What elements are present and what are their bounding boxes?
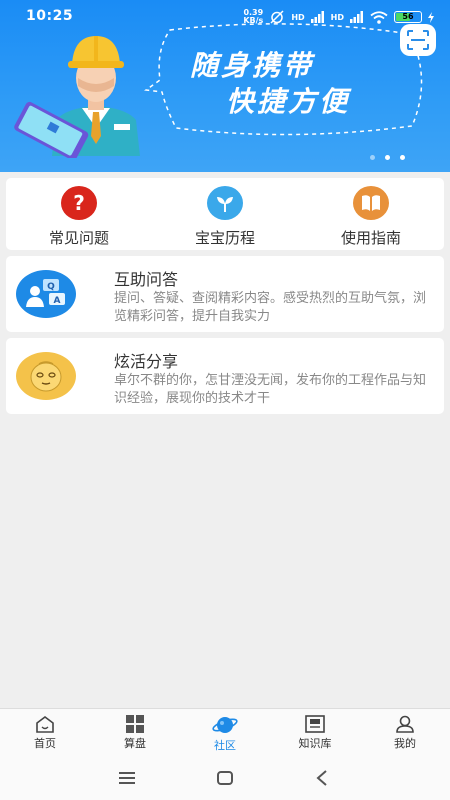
tab-knowledge-base[interactable]: 知识库 bbox=[270, 709, 360, 756]
quick-nav-label: 常见问题 bbox=[48, 229, 109, 247]
library-icon bbox=[305, 715, 325, 733]
tab-abacus[interactable]: 算盘 bbox=[90, 709, 180, 756]
tab-label: 知识库 bbox=[298, 737, 332, 750]
question-icon: ? bbox=[61, 186, 97, 220]
quick-nav-label: 宝宝历程 bbox=[194, 229, 255, 247]
bottom-tab-bar: 首页 算盘 社区 知识库 我的 bbox=[0, 708, 450, 756]
feature-desc: 卓尔不群的你，怎甘湮没无闻，发布你的工程作品与知识经验，展现你的技术才干 bbox=[114, 373, 427, 406]
menu-icon bbox=[119, 772, 135, 784]
feature-card-qa[interactable]: Q A 互助问答 提问、答疑、查阅精彩内容。感受热烈的互助气氛，浏览精彩问答，提… bbox=[6, 256, 444, 332]
scan-icon bbox=[407, 30, 429, 50]
pagination-dot-active[interactable] bbox=[385, 155, 390, 160]
quick-nav-label: 使用指南 bbox=[340, 229, 401, 247]
tab-label: 社区 bbox=[214, 739, 236, 752]
tab-label: 我的 bbox=[394, 737, 416, 750]
back-button[interactable] bbox=[310, 766, 334, 790]
banner[interactable]: 10:25 0.39 KB/s HD HD 56 随身携带 快捷方便 bbox=[0, 0, 450, 172]
tab-label: 首页 bbox=[34, 737, 56, 750]
grid-icon bbox=[126, 715, 144, 733]
sprout-icon bbox=[207, 186, 243, 220]
menu-button[interactable] bbox=[115, 766, 139, 790]
feature-title: 炫活分享 bbox=[114, 352, 179, 371]
home-icon bbox=[36, 716, 54, 733]
pagination-dot[interactable] bbox=[370, 155, 375, 160]
book-icon bbox=[353, 186, 389, 220]
status-time: 10:25 bbox=[26, 8, 74, 24]
feature-title: 互助问答 bbox=[114, 270, 179, 289]
quick-nav-faq[interactable]: ? 常见问题 bbox=[6, 178, 152, 250]
system-nav-bar bbox=[0, 756, 450, 800]
planet-icon bbox=[212, 717, 238, 733]
tab-home[interactable]: 首页 bbox=[0, 709, 90, 756]
slogan-bubble: 随身携带 快捷方便 bbox=[140, 20, 430, 142]
scan-button[interactable] bbox=[400, 24, 436, 56]
banner-pagination bbox=[370, 155, 405, 160]
square-home-icon bbox=[217, 771, 233, 785]
pagination-dot[interactable] bbox=[400, 155, 405, 160]
smiley-face-icon bbox=[16, 352, 76, 400]
svg-text:A: A bbox=[54, 296, 61, 306]
user-icon bbox=[396, 715, 414, 733]
quick-nav: ? 常见问题 宝宝历程 使用指南 bbox=[6, 178, 444, 250]
slogan-line-2: 快捷方便 bbox=[226, 85, 351, 118]
feature-card-share[interactable]: 炫活分享 卓尔不群的你，怎甘湮没无闻，发布你的工程作品与知识经验，展现你的技术才… bbox=[6, 338, 444, 414]
slogan-line-1: 随身携带 bbox=[190, 49, 315, 82]
tab-mine[interactable]: 我的 bbox=[360, 709, 450, 756]
home-button[interactable] bbox=[213, 766, 237, 790]
tab-label: 算盘 bbox=[124, 737, 146, 750]
feature-desc: 提问、答疑、查阅精彩内容。感受热烈的互助气氛，浏览精彩问答，提升自我实力 bbox=[114, 291, 427, 324]
quick-nav-baby-journey[interactable]: 宝宝历程 bbox=[152, 178, 298, 250]
svg-text:Q: Q bbox=[47, 282, 55, 292]
quick-nav-guide[interactable]: 使用指南 bbox=[298, 178, 444, 250]
qa-icon: Q A bbox=[16, 270, 76, 318]
tab-community[interactable]: 社区 bbox=[180, 709, 270, 756]
battery-level: 56 bbox=[402, 12, 414, 21]
back-icon bbox=[316, 770, 327, 786]
